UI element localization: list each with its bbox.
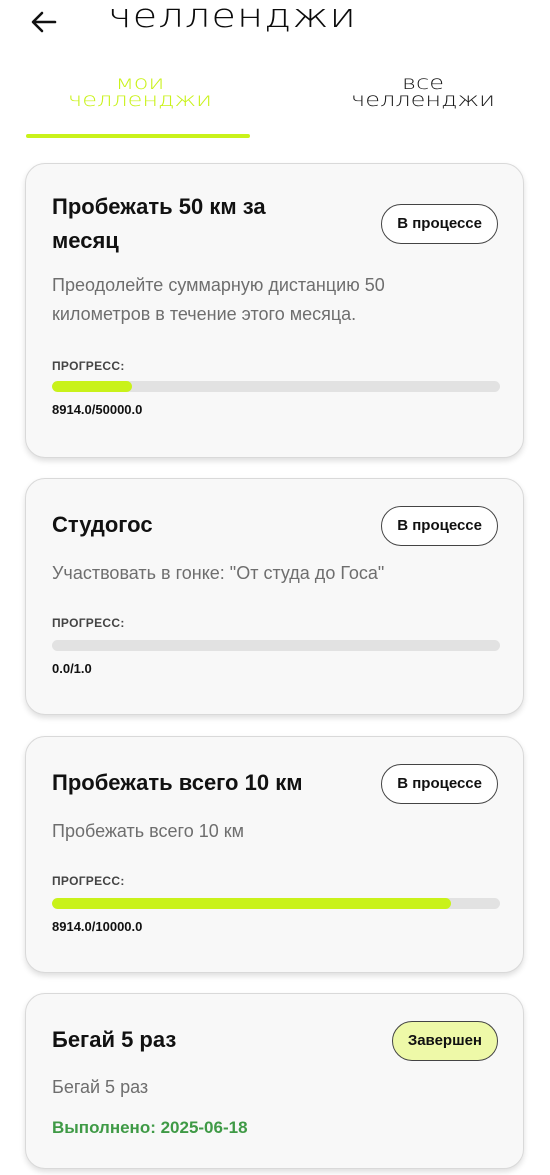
progress-bar [52,381,500,392]
tab-my-challenges-line2: челленджи [68,88,212,111]
active-tab-indicator [26,134,250,138]
progress-label: ПРОГРЕСС: [52,359,125,373]
challenge-title-line1: Пробежать 50 км за [52,194,266,219]
status-badge: В процессе [381,506,498,546]
back-button[interactable] [28,6,60,38]
challenge-description-line1: Преодолейте суммарную дистанцию 50 [52,275,385,295]
tab-all-challenges-line2: челленджи [351,88,495,111]
challenge-title: Бегай 5 раз [52,1027,177,1052]
progress-bar-fill [52,381,132,392]
challenge-card[interactable]: Пробежать 50 км за месяц В процессе Прео… [25,163,524,458]
page-title: челленджи [108,0,357,36]
challenge-title-line2: месяц [52,228,119,253]
challenge-description: Преодолейте суммарную дистанцию 50 килом… [52,271,472,329]
status-badge: В процессе [381,204,498,244]
progress-value: 8914.0/50000.0 [52,402,143,417]
status-badge: Завершен [391,1021,498,1061]
challenge-description: Участвовать в гонке: "От студа до Госа" [52,563,385,583]
progress-bar [52,898,500,909]
progress-bar-fill [52,898,452,909]
challenge-card[interactable]: Студогос В процессе Участвовать в гонке:… [25,478,524,715]
tab-my-challenges[interactable]: мои челленджи [30,73,250,111]
progress-value: 0.0/1.0 [52,661,92,676]
challenge-card[interactable]: Пробежать всего 10 км В процессе Пробежа… [25,736,524,973]
challenge-title: Пробежать всего 10 км [52,770,303,795]
challenge-card[interactable]: Бегай 5 раз Завершен Бегай 5 раз Выполне… [25,993,524,1169]
progress-value: 8914.0/10000.0 [52,919,143,934]
completed-date: Выполнено: 2025-06-18 [52,1118,248,1137]
progress-bar [52,640,500,651]
status-badge: В процессе [381,764,498,804]
challenge-description: Бегай 5 раз [52,1077,149,1097]
challenge-title: Студогос [52,512,153,537]
arrow-left-icon [31,11,57,33]
header: челленджи [0,0,550,50]
progress-label: ПРОГРЕСС: [52,616,125,630]
challenge-description: Пробежать всего 10 км [52,821,244,841]
tab-bar: мои челленджи все челленджи [0,70,550,140]
challenge-title: Пробежать 50 км за месяц [52,190,266,258]
tab-all-challenges[interactable]: все челленджи [318,73,528,111]
progress-label: ПРОГРЕСС: [52,874,125,888]
challenge-description-line2: километров в течение этого месяца. [52,304,357,324]
